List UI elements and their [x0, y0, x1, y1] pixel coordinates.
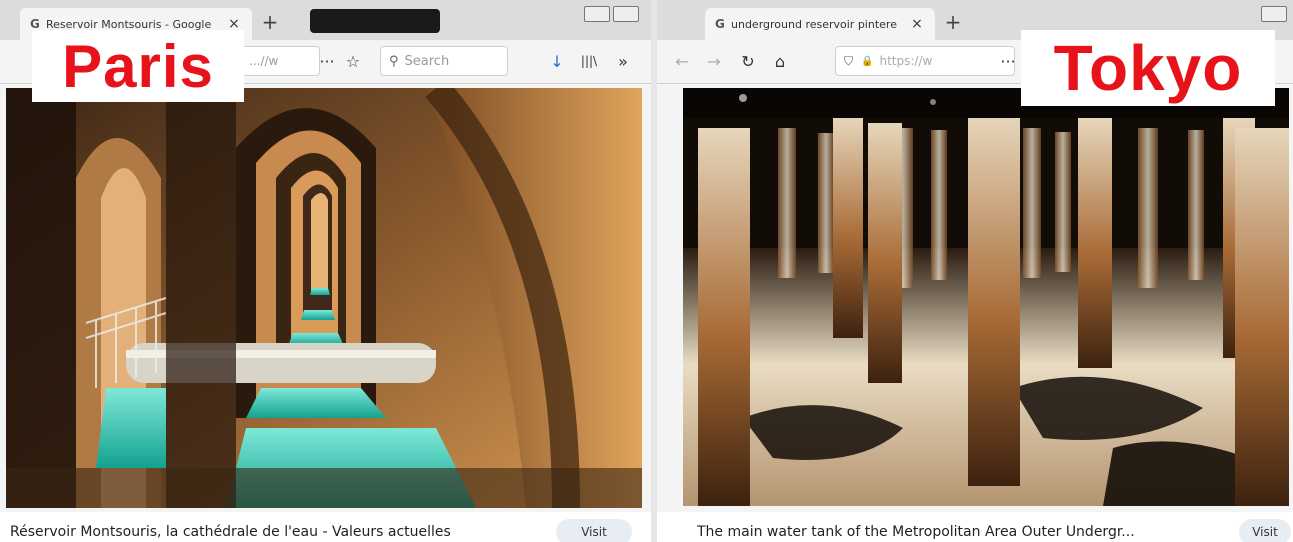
- caption-bar: Réservoir Montsouris, la cathédrale de l…: [0, 512, 651, 542]
- search-placeholder: Search: [404, 53, 450, 69]
- new-tab-button[interactable]: +: [258, 10, 282, 34]
- tab-underground-reservoir[interactable]: G underground reservoir pintere ×: [705, 8, 935, 40]
- download-icon[interactable]: ↓: [546, 52, 568, 71]
- address-bar[interactable]: ⛉ 🔒 https://w: [835, 46, 1015, 76]
- minimize-button[interactable]: [1261, 6, 1287, 22]
- caption-text: Réservoir Montsouris, la cathédrale de l…: [10, 524, 451, 540]
- lock-icon: 🔒: [861, 55, 874, 67]
- metropolitan-outer-channel-photo: [683, 88, 1289, 506]
- maximize-button[interactable]: [613, 6, 639, 22]
- browser-window-tokyo: G underground reservoir pintere × + ← → …: [657, 0, 1293, 542]
- search-icon: ⚲: [389, 53, 399, 69]
- google-icon: G: [30, 17, 40, 31]
- reload-icon[interactable]: ↻: [737, 52, 759, 71]
- browser-window-paris: G Reservoir Montsouris - Google × + .../…: [0, 0, 651, 542]
- google-icon: G: [715, 17, 725, 31]
- close-icon[interactable]: ×: [909, 16, 925, 32]
- minimize-button[interactable]: [584, 6, 610, 22]
- url-text: https://w: [879, 54, 933, 68]
- new-tab-button[interactable]: +: [941, 10, 965, 34]
- blurred-tab: [310, 9, 440, 33]
- forward-icon[interactable]: →: [703, 52, 725, 71]
- library-icon[interactable]: |||\: [578, 54, 600, 68]
- tab-title: Reservoir Montsouris - Google: [46, 17, 212, 31]
- more-icon[interactable]: ···: [997, 52, 1019, 71]
- more-icon[interactable]: ···: [316, 52, 338, 71]
- caption-text: The main water tank of the Metropolitan …: [697, 524, 1135, 540]
- tab-title: underground reservoir pintere: [731, 17, 897, 31]
- home-icon[interactable]: ⌂: [769, 52, 791, 71]
- back-icon[interactable]: ←: [671, 52, 693, 71]
- reservoir-montsouris-photo: [6, 88, 642, 508]
- city-label-tokyo: Tokyo: [1021, 30, 1275, 106]
- star-icon[interactable]: ☆: [342, 52, 364, 71]
- search-input[interactable]: ⚲ Search: [380, 46, 508, 76]
- caption-bar: The main water tank of the Metropolitan …: [657, 512, 1293, 542]
- address-bar[interactable]: ...//w: [240, 46, 320, 76]
- overflow-icon[interactable]: »: [612, 52, 634, 71]
- visit-button[interactable]: Visit: [1239, 519, 1291, 542]
- visit-button[interactable]: Visit: [556, 519, 632, 542]
- shield-icon: ⛉: [844, 53, 854, 68]
- city-label-paris: Paris: [32, 30, 244, 102]
